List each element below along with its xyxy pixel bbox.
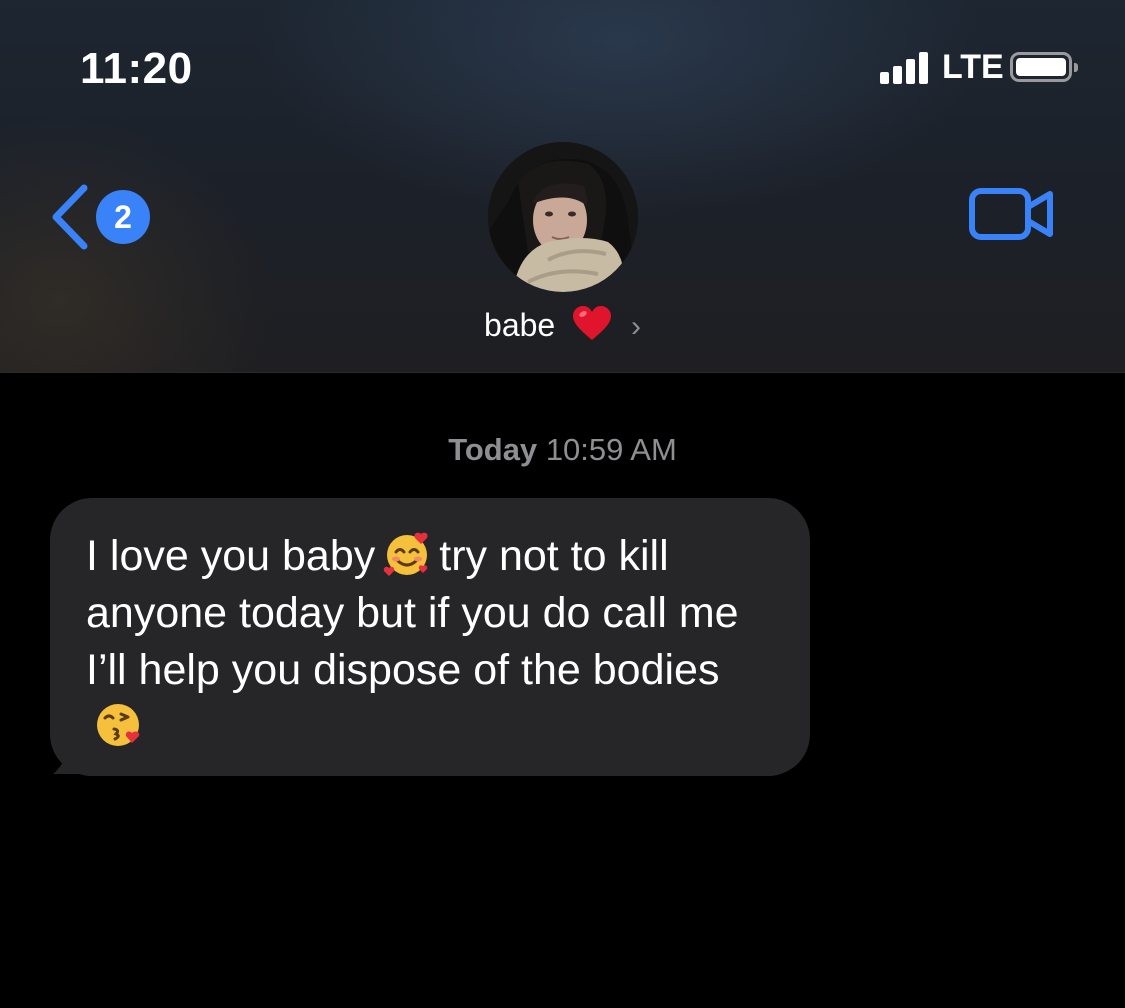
red-heart-icon — [573, 306, 612, 340]
timestamp-time: 10:59 AM — [545, 432, 677, 467]
conversation-header: 11:20 LTE 2 babe › — [0, 0, 1125, 373]
video-camera-icon — [969, 188, 1053, 240]
unread-count-badge: 2 — [96, 190, 150, 244]
face-blowing-a-kiss-icon — [94, 699, 142, 747]
timestamp-day: Today — [448, 432, 538, 467]
avatar-photo — [488, 142, 638, 292]
cellular-signal-icon — [880, 52, 932, 84]
contact-name-button[interactable]: babe › — [0, 306, 1125, 344]
battery-icon — [1010, 52, 1078, 82]
status-time: 11:20 — [80, 44, 193, 93]
contact-avatar[interactable] — [488, 142, 638, 292]
back-button[interactable]: 2 — [48, 180, 158, 252]
smiling-face-with-hearts-icon — [383, 530, 431, 578]
message-bubble: I love you baby try not to kill anyone to… — [50, 498, 810, 776]
message-text: I love you baby — [86, 532, 376, 580]
chevron-left-icon — [52, 184, 88, 250]
contact-name: babe — [484, 307, 556, 343]
network-type: LTE — [942, 48, 1004, 86]
facetime-video-button[interactable] — [968, 186, 1056, 247]
battery-fill — [1016, 58, 1066, 76]
message-timestamp: Today 10:59 AM — [0, 432, 1125, 468]
chevron-right-icon: › — [630, 310, 641, 343]
